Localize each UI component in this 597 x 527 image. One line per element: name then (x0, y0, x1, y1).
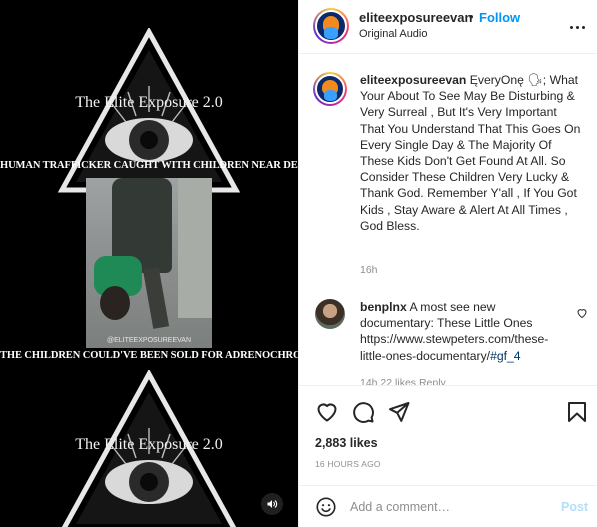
post-header: eliteexposureevan • Follow Original Audi… (299, 0, 597, 54)
emoji-icon[interactable] (315, 496, 337, 518)
original-audio-link[interactable]: Original Audio (359, 28, 428, 40)
comment-input[interactable] (350, 498, 545, 516)
header-separator: • (469, 9, 474, 24)
follow-button[interactable]: Follow (479, 10, 520, 25)
post-side-panel: eliteexposureevan • Follow Original Audi… (298, 0, 597, 527)
video-watermark: @ELITEEXPOSUREEVAN (107, 337, 191, 344)
video-frame: @ELITEEXPOSUREEVAN (86, 178, 212, 348)
like-count[interactable]: 2,883 likes (315, 436, 378, 450)
heart-outline-icon[interactable] (576, 306, 588, 324)
bookmark-icon[interactable] (565, 400, 589, 424)
post-timestamp[interactable]: 16 HOURS AGO (315, 459, 381, 469)
caption-text-block: eliteexposureevan ĘveryOnę 🗣; What Your … (360, 72, 582, 234)
speaker-icon[interactable] (261, 493, 283, 515)
caption-username[interactable]: eliteexposureevan (360, 73, 466, 87)
video-caption-bottom: THE CHILDREN COULD'VE BEEN SOLD FOR ADRE… (0, 350, 298, 361)
comment-meta: 14h 22 likes Reply (360, 377, 446, 385)
eye-triangle-logo-bottom: The Elite Exposure 2.0 (58, 370, 240, 527)
post-media[interactable]: The Elite Exposure 2.0 HUMAN TRAFFICKER … (0, 0, 298, 527)
brand-title-top: The Elite Exposure 2.0 (75, 94, 223, 111)
share-send-icon[interactable] (387, 400, 411, 424)
comment-avatar[interactable] (315, 299, 345, 329)
comment-username[interactable]: benplnx (360, 300, 407, 314)
post-actions: 2,883 likes 16 HOURS AGO (299, 385, 597, 485)
post-button[interactable]: Post (561, 500, 588, 514)
comment-text-block: benplnx A most see new documentary: Thes… (360, 299, 572, 364)
comment-hashtag[interactable]: #gf_4 (490, 349, 521, 363)
brand-title-bottom: The Elite Exposure 2.0 (75, 436, 223, 453)
comments-list[interactable]: eliteexposureevan ĘveryOnę 🗣; What Your … (299, 55, 597, 385)
caption-timestamp[interactable]: 16h (360, 264, 378, 276)
comment-composer: Post (299, 485, 597, 527)
avatar[interactable] (313, 8, 349, 44)
caption-avatar[interactable] (313, 72, 347, 106)
like-heart-icon[interactable] (315, 400, 339, 424)
header-username[interactable]: eliteexposureevan (359, 10, 472, 25)
more-options-icon[interactable] (565, 17, 589, 37)
caption-text: ĘveryOnę 🗣; What Your About To See May B… (360, 73, 581, 233)
comment-bubble-icon[interactable] (351, 400, 375, 424)
video-caption-top: HUMAN TRAFFICKER CAUGHT WITH CHILDREN NE… (0, 160, 298, 171)
